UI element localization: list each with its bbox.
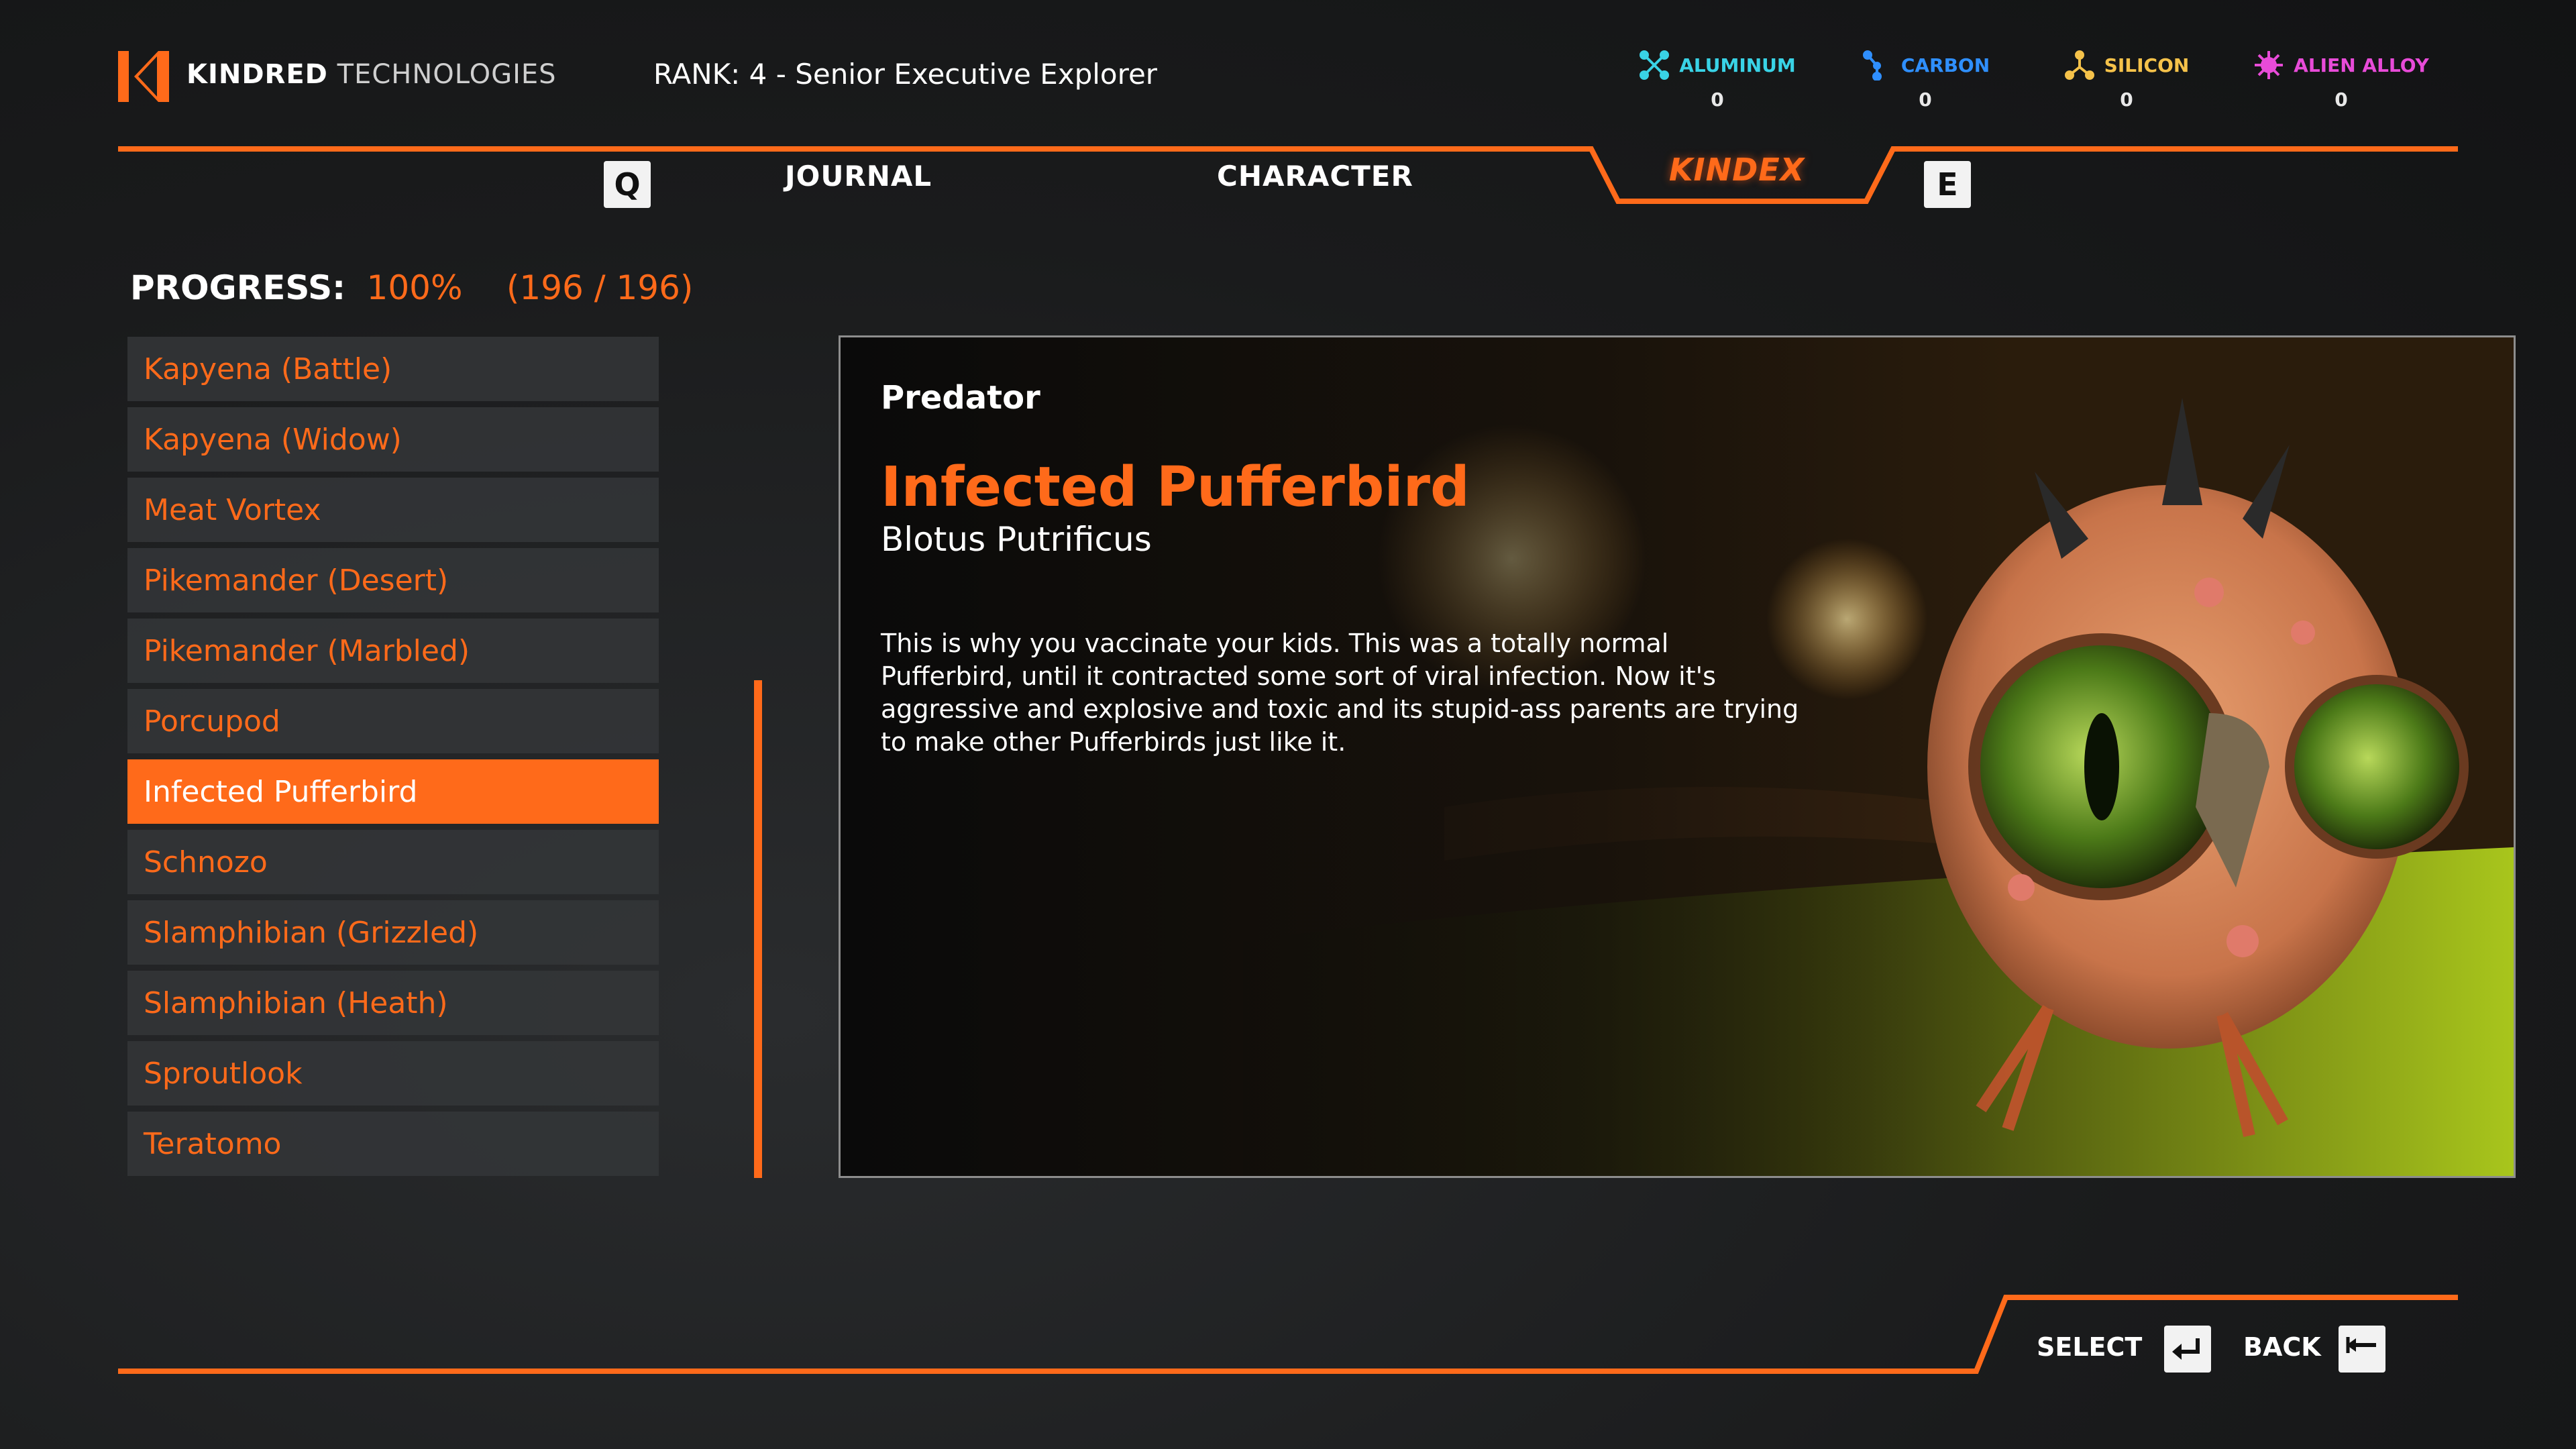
- back-button[interactable]: [2339, 1326, 2385, 1373]
- list-item[interactable]: Porcupod: [127, 689, 659, 753]
- list-item[interactable]: Teratomo: [127, 1112, 659, 1176]
- backspace-key-icon: [2346, 1337, 2376, 1353]
- list-item-selected[interactable]: Infected Pufferbird: [127, 759, 659, 824]
- progress-percent: 100%: [366, 268, 463, 307]
- list-item[interactable]: Kapyena (Battle): [127, 337, 659, 401]
- list-item[interactable]: Kapyena (Widow): [127, 407, 659, 472]
- list-item[interactable]: Sproutlook: [127, 1041, 659, 1106]
- list-item[interactable]: Pikemander (Desert): [127, 548, 659, 612]
- progress-indicator: PROGRESS: 100% (196 / 196): [130, 268, 693, 307]
- creature-list: Kapyena (Battle) Kapyena (Widow) Meat Vo…: [127, 337, 659, 1182]
- next-tab-key[interactable]: E: [1924, 161, 1971, 208]
- progress-label: PROGRESS:: [130, 268, 346, 307]
- list-item[interactable]: Slamphibian (Heath): [127, 971, 659, 1035]
- creature-category: Predator: [881, 379, 1040, 417]
- creature-name: Infected Pufferbird: [881, 455, 1470, 519]
- tab-character[interactable]: CHARACTER: [1217, 160, 1413, 193]
- header-divider: [118, 146, 2458, 204]
- select-label: SELECT: [2037, 1332, 2143, 1362]
- prev-tab-key[interactable]: Q: [604, 161, 651, 208]
- tab-journal[interactable]: JOURNAL: [785, 160, 932, 193]
- list-item[interactable]: Schnozo: [127, 830, 659, 894]
- tab-kindex[interactable]: KINDEX: [1640, 152, 1834, 188]
- enter-key-icon: [2172, 1338, 2200, 1360]
- detail-panel: Predator Infected Pufferbird Blotus Putr…: [839, 335, 2516, 1178]
- creature-description: This is why you vaccinate your kids. Thi…: [881, 629, 1799, 757]
- list-item[interactable]: Pikemander (Marbled): [127, 619, 659, 683]
- scientific-name: Blotus Putrificus: [881, 520, 1152, 559]
- list-item[interactable]: Meat Vortex: [127, 478, 659, 542]
- select-button[interactable]: [2164, 1326, 2211, 1373]
- back-label: BACK: [2243, 1332, 2321, 1362]
- progress-count: (196 / 196): [506, 268, 694, 307]
- list-scrollbar[interactable]: [754, 680, 762, 1178]
- list-item[interactable]: Slamphibian (Grizzled): [127, 900, 659, 965]
